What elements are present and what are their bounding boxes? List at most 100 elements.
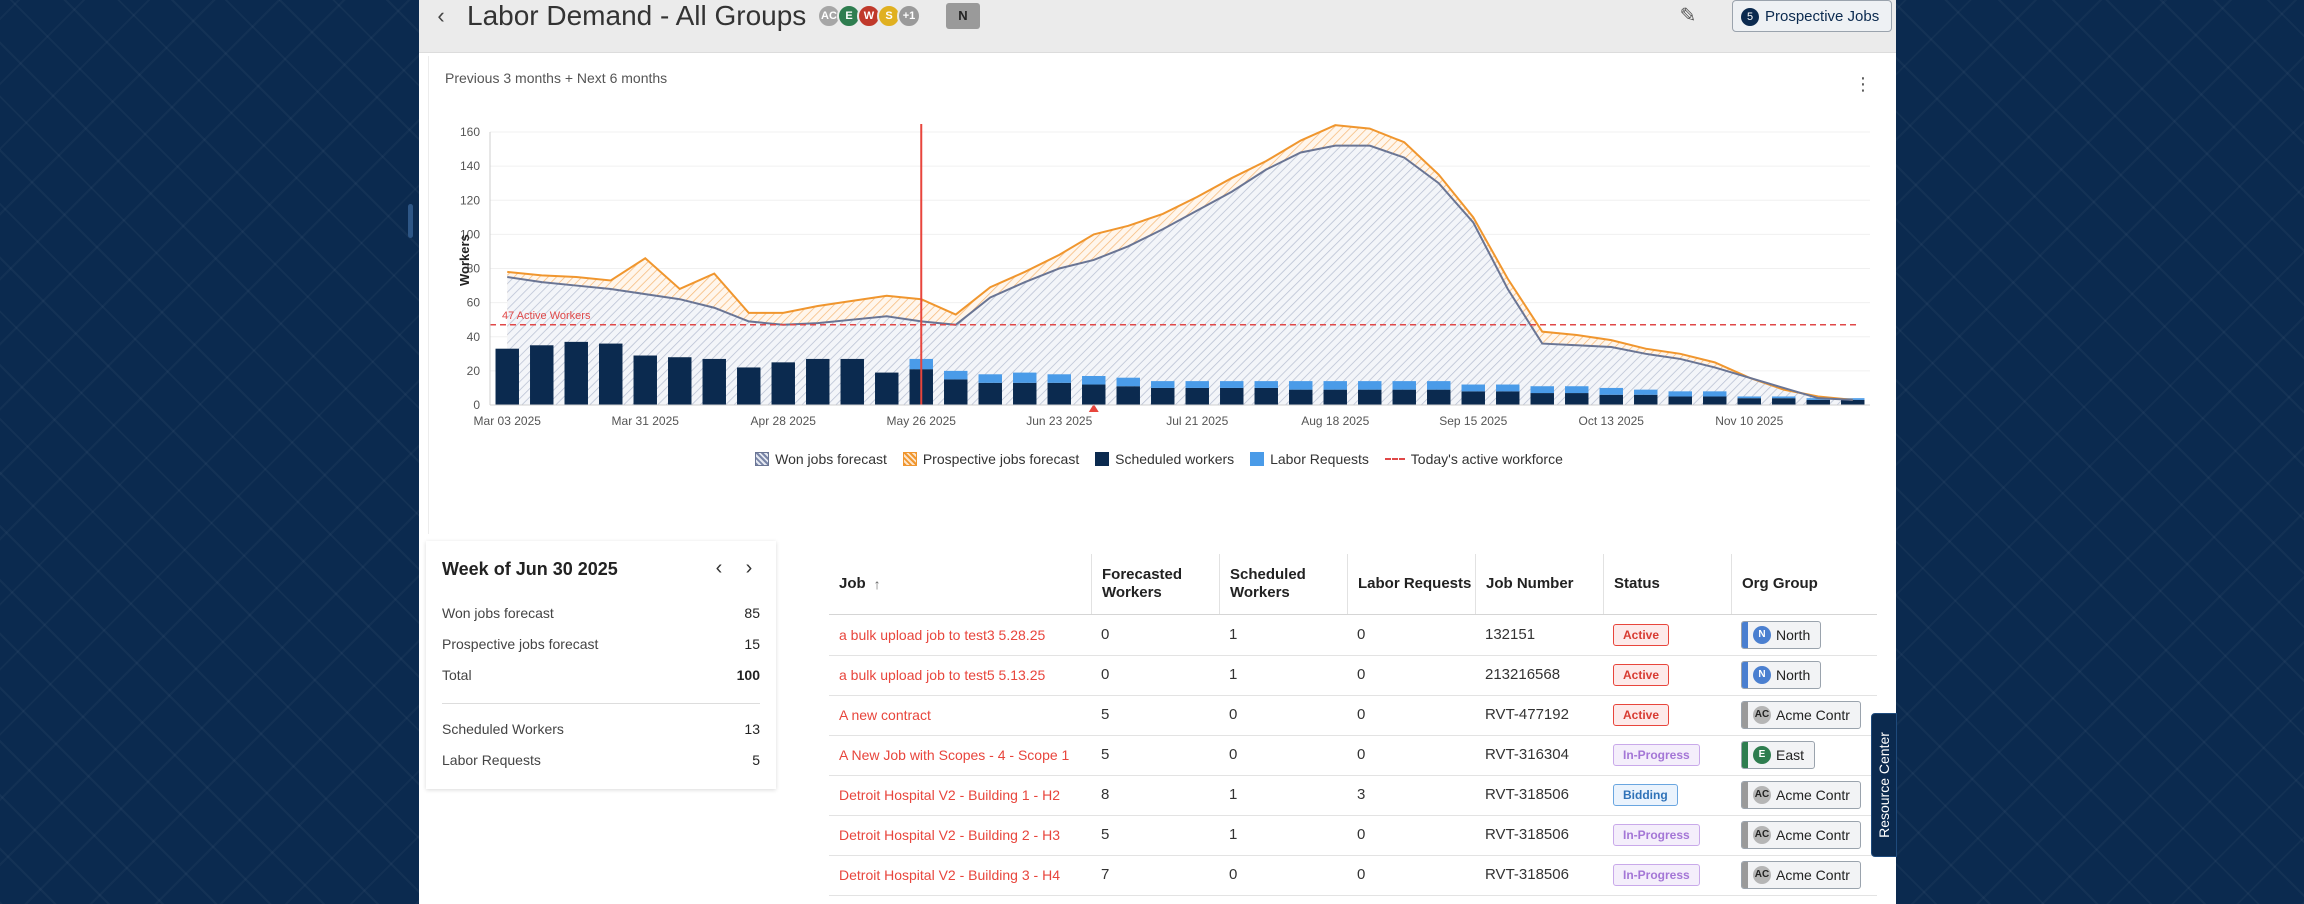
legend-swatch	[902, 452, 917, 466]
resize-handle[interactable]	[408, 204, 413, 238]
job-number-cell: RVT-318506	[1485, 826, 1569, 843]
y-tick-label: 160	[460, 125, 480, 139]
jobs-table: Job ↑ Forecasted Workers Scheduled Worker…	[829, 554, 1877, 904]
labor-requests-bar	[1496, 384, 1520, 392]
job-name-link[interactable]: a bulk upload job to test5 5.13.25	[839, 655, 1045, 695]
legend-label: Prospective jobs forecast	[922, 451, 1080, 467]
scheduled-workers-bar	[1013, 382, 1037, 405]
legend-won-jobs[interactable]: Won jobs forecast	[755, 451, 887, 467]
back-arrow-icon[interactable]: ‹	[429, 4, 453, 28]
scheduled-workers-bar	[1220, 387, 1244, 405]
legend-label: Today's active workforce	[1410, 451, 1563, 467]
labor-requests-bar	[944, 370, 968, 380]
org-avatar: AC	[1753, 866, 1771, 884]
table-header: Job ↑ Forecasted Workers Scheduled Worker…	[829, 554, 1877, 615]
scheduled-workers-bar	[633, 355, 657, 405]
scheduled-workers-bar	[1841, 399, 1865, 405]
scheduled-workers-bar	[1358, 389, 1382, 405]
column-header-status[interactable]: Status	[1603, 554, 1731, 614]
chevron-left-icon[interactable]: ‹	[708, 557, 730, 579]
scheduled-workers-bar	[1461, 391, 1485, 405]
org-group-label: Acme Contr	[1776, 827, 1850, 843]
column-header-job[interactable]: Job ↑	[839, 554, 1089, 614]
org-group-chip[interactable]: AC Acme Contr	[1741, 701, 1861, 729]
status-badge: Active	[1613, 704, 1670, 726]
group-filter-badge[interactable]: N	[946, 3, 980, 29]
job-name-link[interactable]: A New Job with Scopes - 4 - Scope 1	[839, 735, 1069, 775]
labor-requests-cell: 0	[1357, 826, 1366, 843]
week-row-prospective: Prospective jobs forecast 15	[442, 636, 760, 652]
job-number-cell: RVT-318506	[1485, 786, 1569, 803]
column-header-scheduled[interactable]: Scheduled Workers	[1219, 554, 1347, 614]
table-row[interactable]: A New Job with Scopes - 4 - Scope 1 5 0 0 RV…	[829, 735, 1877, 776]
column-header-label: Scheduled Workers	[1230, 566, 1306, 601]
scheduled-workers-bar	[1323, 389, 1347, 405]
org-group-chip[interactable]: AC Acme Contr	[1741, 781, 1861, 809]
resource-center-tab[interactable]: Resource Center	[1871, 713, 1897, 857]
org-group-chip[interactable]: E East	[1741, 741, 1816, 769]
week-row-value: 5	[752, 752, 760, 768]
y-tick-label: 40	[467, 330, 481, 344]
avatar[interactable]: +1	[897, 4, 921, 28]
job-name-link[interactable]: Detroit Hospital V2 - Building 1 - H2	[839, 775, 1060, 815]
scheduled-workers-bar	[530, 345, 554, 405]
labor-demand-chart[interactable]: 47 Active Workers 020406080100120140160M…	[429, 56, 1889, 446]
scheduled-workers-bar	[771, 362, 795, 405]
job-name-link[interactable]: Detroit Hospital V2 - Building 2 - H3	[839, 815, 1060, 855]
table-row[interactable]: Detroit Hospital V2 - Building 1 - H2 8 1 3…	[829, 775, 1877, 816]
avatar-initials: AC	[821, 10, 837, 22]
week-row-label: Labor Requests	[442, 752, 541, 768]
table-row[interactable]: a bulk upload job to test5 5.13.25 0 1 0 213…	[829, 655, 1877, 696]
column-header-org-group[interactable]: Org Group	[1731, 554, 1877, 614]
scheduled-workers-bar	[668, 357, 692, 405]
labor-requests-bar	[978, 374, 1002, 383]
org-group-chip[interactable]: AC Acme Contr	[1741, 861, 1861, 889]
x-tick-label: Mar 03 2025	[474, 414, 542, 428]
column-header-label: Labor Requests	[1358, 575, 1472, 592]
org-avatar: AC	[1753, 706, 1771, 724]
column-header-label: Job	[839, 575, 866, 592]
table-row[interactable]: a bulk upload job to test3 5.28.25 0 1 0 132…	[829, 615, 1877, 656]
legend-swatch	[755, 452, 770, 466]
pencil-icon[interactable]: ✎	[1674, 2, 1702, 30]
scheduled-workers-bar	[737, 367, 761, 405]
status-badge: In-Progress	[1613, 824, 1700, 846]
legend-label: Labor Requests	[1270, 451, 1369, 467]
labor-requests-bar	[1703, 391, 1727, 397]
scheduled-workers-bar	[840, 358, 864, 405]
job-name-link[interactable]: a bulk upload job to test3 5.28.25	[839, 615, 1045, 655]
legend-labor-requests[interactable]: Labor Requests	[1250, 451, 1369, 467]
column-header-job-number[interactable]: Job Number	[1475, 554, 1603, 614]
org-group-chip[interactable]: AC Acme Contr	[1741, 821, 1861, 849]
legend-scheduled-workers[interactable]: Scheduled workers	[1095, 451, 1234, 467]
forecasted-workers-cell: 5	[1101, 826, 1110, 843]
week-row-total: Total 100	[442, 667, 760, 683]
column-header-labor[interactable]: Labor Requests	[1347, 554, 1475, 614]
org-group-chip[interactable]: N North	[1741, 661, 1822, 689]
job-name-link[interactable]: A new contract	[839, 695, 931, 735]
avatar-initials: +1	[902, 10, 916, 22]
chart-card: Previous 3 months + Next 6 months ⋮ 47 A…	[428, 56, 1889, 534]
scheduled-workers-bar	[1289, 389, 1313, 405]
chevron-right-icon[interactable]: ›	[738, 557, 760, 579]
org-avatar: N	[1753, 626, 1771, 644]
legend-prospective-jobs[interactable]: Prospective jobs forecast	[902, 451, 1080, 467]
x-tick-label: May 26 2025	[887, 414, 957, 428]
scheduled-workers-bar	[806, 358, 830, 405]
sort-arrow-up-icon[interactable]: ↑	[874, 575, 881, 593]
table-row[interactable]: Detroit Hospital V2 - Building 2 - H3 5 1 0…	[829, 815, 1877, 856]
labor-requests-bar	[1323, 381, 1347, 390]
week-row-value: 85	[744, 605, 760, 621]
org-group-chip[interactable]: N North	[1741, 621, 1822, 649]
org-group-label: North	[1776, 627, 1811, 643]
column-header-forecasted[interactable]: Forecasted Workers	[1091, 554, 1219, 614]
job-name-link[interactable]: Detroit Hospital V2 - Building 3 - H4	[839, 855, 1060, 895]
scheduled-workers-bar	[978, 382, 1002, 405]
prospective-jobs-button[interactable]: 5 Prospective Jobs	[1732, 0, 1893, 32]
org-group-label: East	[1776, 747, 1805, 763]
scheduled-workers-bar	[1151, 387, 1175, 405]
legend-today-workforce[interactable]: Today's active workforce	[1384, 451, 1563, 467]
table-row[interactable]: A new contract 5 0 0 RVT-477192 Active AC Acme …	[829, 695, 1877, 736]
legend-swatch	[1384, 458, 1405, 460]
table-row[interactable]: Detroit Hospital V2 - Building 3 - H4 7 0 0…	[829, 855, 1877, 896]
